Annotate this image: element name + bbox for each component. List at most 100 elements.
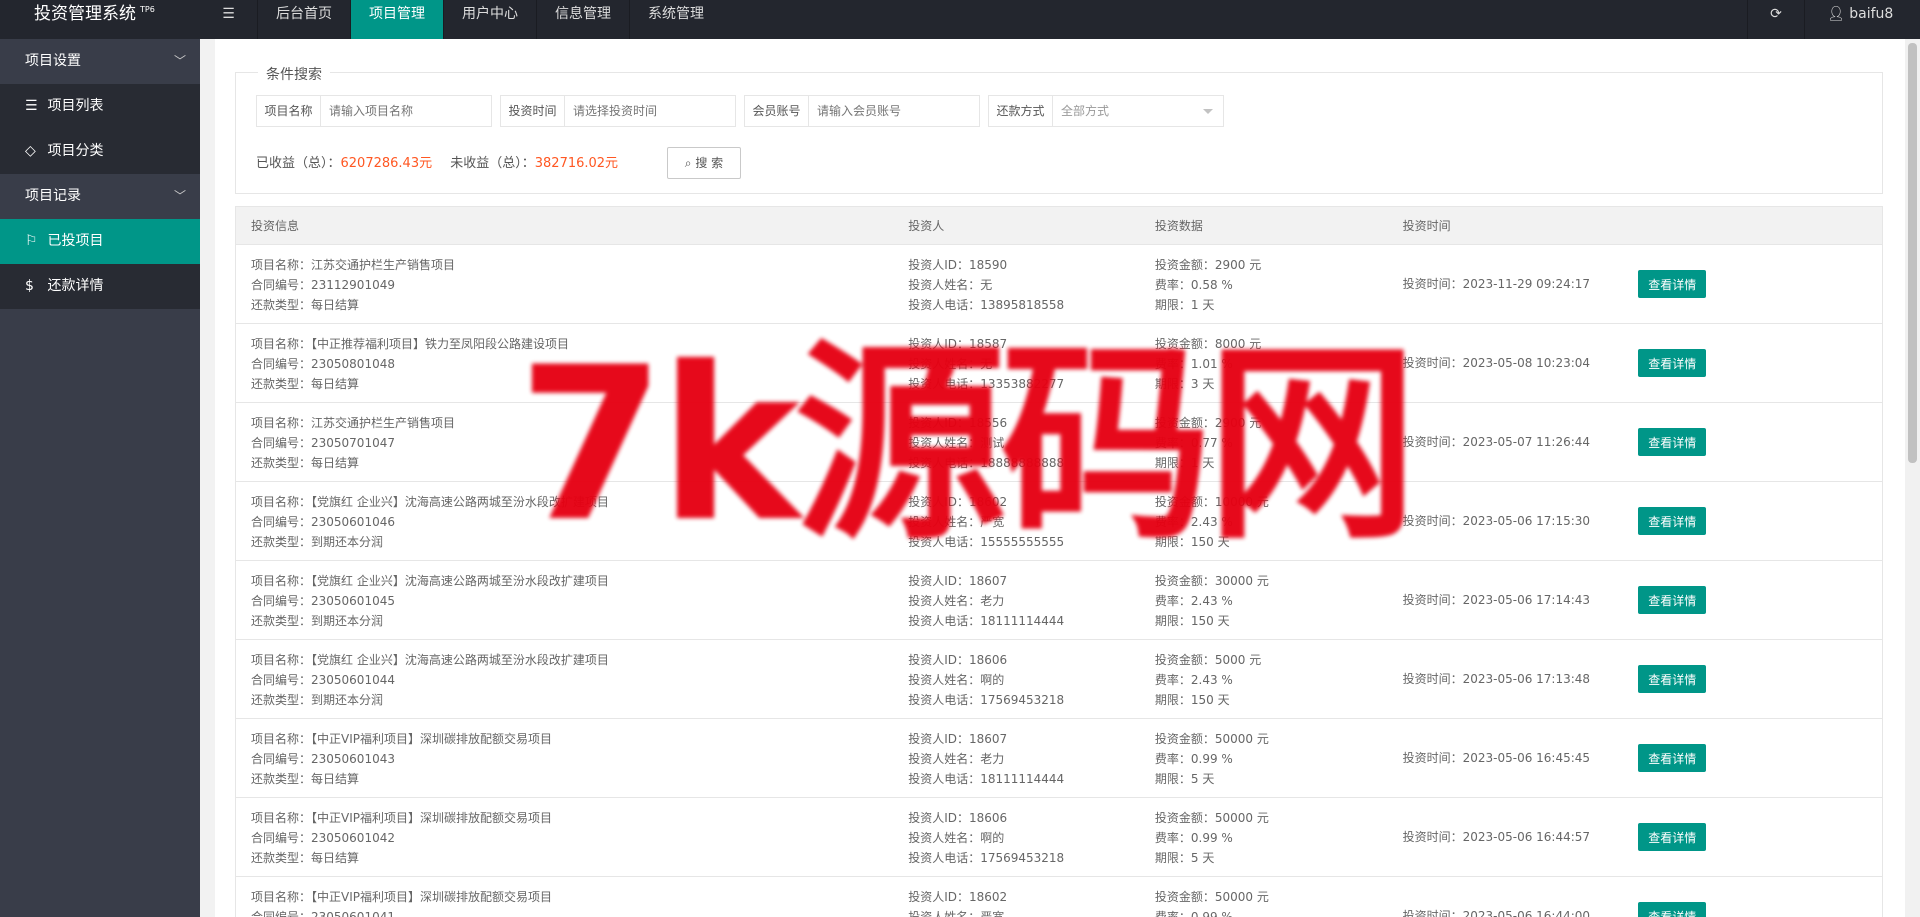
scrollbar-thumb[interactable] (1908, 43, 1917, 463)
invest-rate: 费率：2.43 % (1154, 515, 1233, 529)
invest-data-cell: 投资金额：50000 元费率：0.99 %期限：5 天 (1140, 719, 1388, 797)
invest-rate: 费率：2.43 % (1154, 594, 1233, 608)
nav-item-projects[interactable]: 项目管理 (350, 0, 443, 39)
nav-item-users[interactable]: 用户中心 (443, 0, 536, 39)
repay-select[interactable]: 全部方式 (1053, 96, 1223, 126)
view-detail-button[interactable]: 查看详情 (1638, 744, 1707, 772)
table-header: 投资信息 投资人 投资数据 投资时间 (235, 206, 1883, 245)
sidebar-item-invested-projects[interactable]: ⚐ 已投项目 (0, 219, 200, 264)
invest-info-cell: 项目名称：江苏交通护栏生产销售项目 合同编号：23050701047 还款类型：每日… (236, 403, 893, 481)
investor-cell: 投资人ID：18602 投资人姓名：严宽投资人电话：15555555555 (893, 482, 1140, 560)
investor-phone: 投资人电话：18888888888 (908, 456, 1065, 470)
invest-time: 投资时间：2023-05-08 10:23:04 (1402, 356, 1591, 370)
app-logo[interactable]: 投资管理系统 TP6 (0, 0, 200, 39)
invest-info-cell: 项目名称：【中正VIP福利项目】深圳碳排放配额交易项目 合同编号：23050601… (236, 798, 893, 876)
investor-phone: 投资人电话：17569453218 (908, 693, 1065, 707)
contract-number: 合同编号：23050601043 (251, 752, 395, 766)
project-name: 项目名称：江苏交通护栏生产销售项目 (251, 258, 456, 272)
investor-id: 投资人ID：18606 (908, 653, 1008, 667)
view-detail-button[interactable]: 查看详情 (1638, 665, 1707, 693)
investor-cell: 投资人ID：18587 投资人姓名：无 投资人电话：13353882277 (893, 324, 1140, 402)
repay-type: 还款类型：到期还本分润 (251, 535, 384, 549)
scrollbar[interactable] (1905, 39, 1920, 917)
repay-type: 还款类型：到期还本分润 (251, 614, 384, 628)
table-body: 项目名称：江苏交通护栏生产销售项目 合同编号：23112901049 还款类型：每日… (235, 245, 1883, 917)
actions-cell: 查看详情 (1635, 324, 1882, 402)
user-menu[interactable]: 👤︎ baifu8 (1804, 0, 1920, 39)
actions-cell: 查看详情 (1635, 640, 1882, 718)
contract-number: 合同编号：23050601041 (251, 910, 395, 917)
investor-id: 投资人ID：18587 (908, 337, 1008, 351)
repay-type: 还款类型：每日结算 (251, 298, 360, 312)
invest-term: 期限：5 天 (1154, 851, 1215, 865)
invest-rate: 费率：0.99 % (1154, 752, 1233, 766)
invest-info-cell: 项目名称：【中正VIP福利项目】深圳碳排放配额交易项目 合同编号：23050601… (236, 877, 893, 917)
view-detail-button[interactable]: 查看详情 (1638, 507, 1707, 535)
view-detail-button[interactable]: 查看详情 (1638, 428, 1707, 456)
investor-cell: 投资人ID：18606 投资人姓名：啊的 投资人电话：17569453218 (893, 640, 1140, 718)
invest-time: 投资时间：2023-05-07 11:26:44 (1402, 435, 1591, 449)
user-icon: 👤︎ (1827, 6, 1845, 22)
chevron-down-icon: ﹀ (173, 189, 186, 203)
member-input[interactable] (809, 96, 979, 126)
project-name-input[interactable] (321, 96, 491, 126)
view-detail-button[interactable]: 查看详情 (1638, 823, 1707, 851)
sidebar-item-project-category[interactable]: ◇ 项目分类 (0, 129, 200, 174)
repay-type: 还款类型：每日结算 (251, 456, 360, 470)
investor-cell: 投资人ID：18590 投资人姓名：无 投资人电话：13895818558 (893, 245, 1140, 323)
menu-toggle-button[interactable]: ☰ (200, 0, 257, 39)
invest-info-cell: 项目名称：【中正VIP福利项目】深圳碳排放配额交易项目 合同编号：23050601… (236, 719, 893, 797)
sidebar-item-repayment-details[interactable]: $ 还款详情 (0, 264, 200, 309)
nav-item-home[interactable]: 后台首页 (257, 0, 350, 39)
flag-icon: ⚐ (25, 233, 38, 249)
actions-cell: 查看详情 (1635, 719, 1882, 797)
project-name: 项目名称：【党旗红 企业兴】沈海高速公路两城至汾水段改扩建项目 (251, 653, 609, 667)
repay-type: 还款类型：每日结算 (251, 377, 360, 391)
investor-phone: 投资人电话：13353882277 (908, 377, 1065, 391)
dollar-icon: $ (25, 278, 34, 294)
invest-info-cell: 项目名称：【中正推荐福利项目】铁力至凤阳段公路建设项目 合同编号：23050801… (236, 324, 893, 402)
unearned-value: 382716.02元 (534, 156, 619, 171)
view-detail-button[interactable]: 查看详情 (1638, 586, 1707, 614)
table-row: 项目名称：【中正VIP福利项目】深圳碳排放配额交易项目 合同编号：23050601… (235, 719, 1883, 798)
investor-cell: 投资人ID：18607 投资人姓名：老力 投资人电话：18111114444 (893, 561, 1140, 639)
invest-amount: 投资金额：2900 元 (1154, 258, 1262, 272)
sidebar-item-project-list[interactable]: ☰ 项目列表 (0, 84, 200, 129)
invest-amount: 投资金额：30000 元 (1154, 574, 1269, 588)
header-invest-time: 投资时间 (1402, 219, 1451, 233)
refresh-button[interactable]: ⟳ (1747, 0, 1804, 39)
nav-item-info[interactable]: 信息管理 (536, 0, 629, 39)
invest-term: 期限：150 天 (1154, 614, 1230, 628)
table-row: 项目名称：江苏交通护栏生产销售项目 合同编号：23112901049 还款类型：每日… (235, 245, 1883, 324)
repay-type: 还款类型：每日结算 (251, 772, 360, 786)
view-detail-button[interactable]: 查看详情 (1638, 349, 1707, 377)
investor-cell: 投资人ID：18556 投资人姓名：测试 投资人电话：18888888888 (893, 403, 1140, 481)
repay-type: 还款类型：到期还本分润 (251, 693, 384, 707)
invest-time-input[interactable] (565, 96, 735, 126)
search-panel: 条件搜索 项目名称 投资时间 会员账号 还款方式 全部方式 已收益（总）：620… (235, 64, 1883, 194)
invest-amount: 投资金额：5000 元 (1154, 653, 1262, 667)
invest-time: 投资时间：2023-05-06 17:14:43 (1402, 593, 1591, 607)
invest-rate: 费率：0.99 % (1154, 910, 1233, 917)
invest-data-cell: 投资金额：50000 元费率：0.99 %期限：5 天 (1140, 877, 1388, 917)
investor-id: 投资人ID：18590 (908, 258, 1008, 272)
nav-item-system[interactable]: 系统管理 (629, 0, 722, 39)
view-detail-button[interactable]: 查看详情 (1638, 270, 1707, 298)
search-button[interactable]: ⌕ 搜 索 (667, 147, 741, 179)
contract-number: 合同编号：23050601046 (251, 515, 395, 529)
app-title: 投资管理系统 (34, 4, 136, 24)
repay-type: 还款类型：每日结算 (251, 851, 360, 865)
invest-time: 投资时间：2023-05-06 17:13:48 (1402, 672, 1591, 686)
invest-data-cell: 投资金额：10000 元费率：2.43 % 期限：150 天 (1140, 482, 1388, 560)
sidebar-group-project-records[interactable]: 项目记录 ﹀ (0, 174, 200, 219)
view-detail-button[interactable]: 查看详情 (1638, 902, 1707, 917)
sidebar: 项目设置 ﹀ ☰ 项目列表 ◇ 项目分类 项目记录 ﹀ ⚐ 已投项目 $ 还款详… (0, 39, 200, 917)
sidebar-group-project-settings[interactable]: 项目设置 ﹀ (0, 39, 200, 84)
table-row: 项目名称：【中正VIP福利项目】深圳碳排放配额交易项目 合同编号：23050601… (235, 877, 1883, 917)
investor-cell: 投资人ID：18606 投资人姓名：啊的 投资人电话：17569453218 (893, 798, 1140, 876)
actions-cell: 查看详情 (1635, 877, 1882, 917)
search-button-label: 搜 索 (695, 156, 724, 170)
top-nav: ☰ 后台首页 项目管理 用户中心 信息管理 系统管理 (200, 0, 722, 39)
actions-cell: 查看详情 (1635, 403, 1882, 481)
invest-rate: 费率：0.58 % (1154, 278, 1233, 292)
